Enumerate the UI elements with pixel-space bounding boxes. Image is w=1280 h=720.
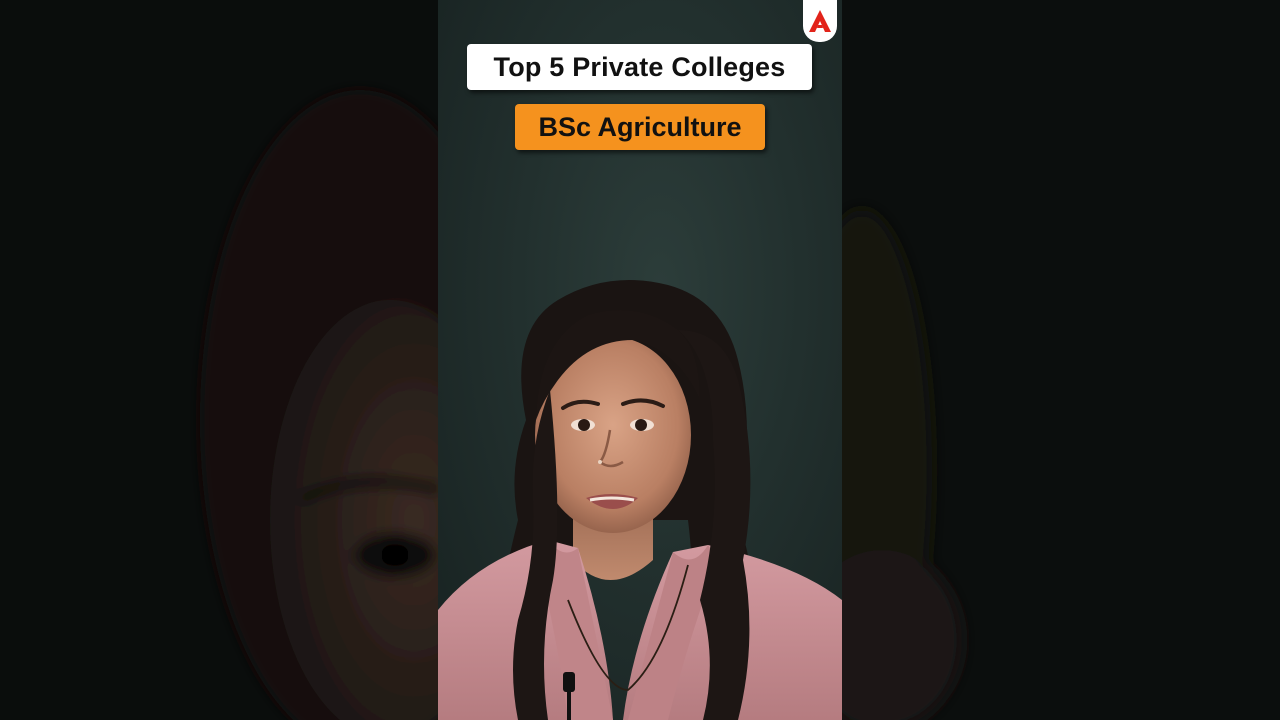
video-subtitle-caption: BSc Agriculture xyxy=(515,104,765,150)
blurred-background-right xyxy=(842,0,1280,720)
title-text: Top 5 Private Colleges xyxy=(493,51,786,82)
channel-logo[interactable] xyxy=(803,0,837,42)
video-player-frame[interactable]: Top 5 Private Colleges BSc Agriculture xyxy=(0,0,1280,720)
blurred-background-left xyxy=(0,0,438,720)
video-title-caption: Top 5 Private Colleges xyxy=(467,44,812,90)
adda-a-logo-icon xyxy=(809,10,831,32)
subtitle-text: BSc Agriculture xyxy=(538,111,742,142)
